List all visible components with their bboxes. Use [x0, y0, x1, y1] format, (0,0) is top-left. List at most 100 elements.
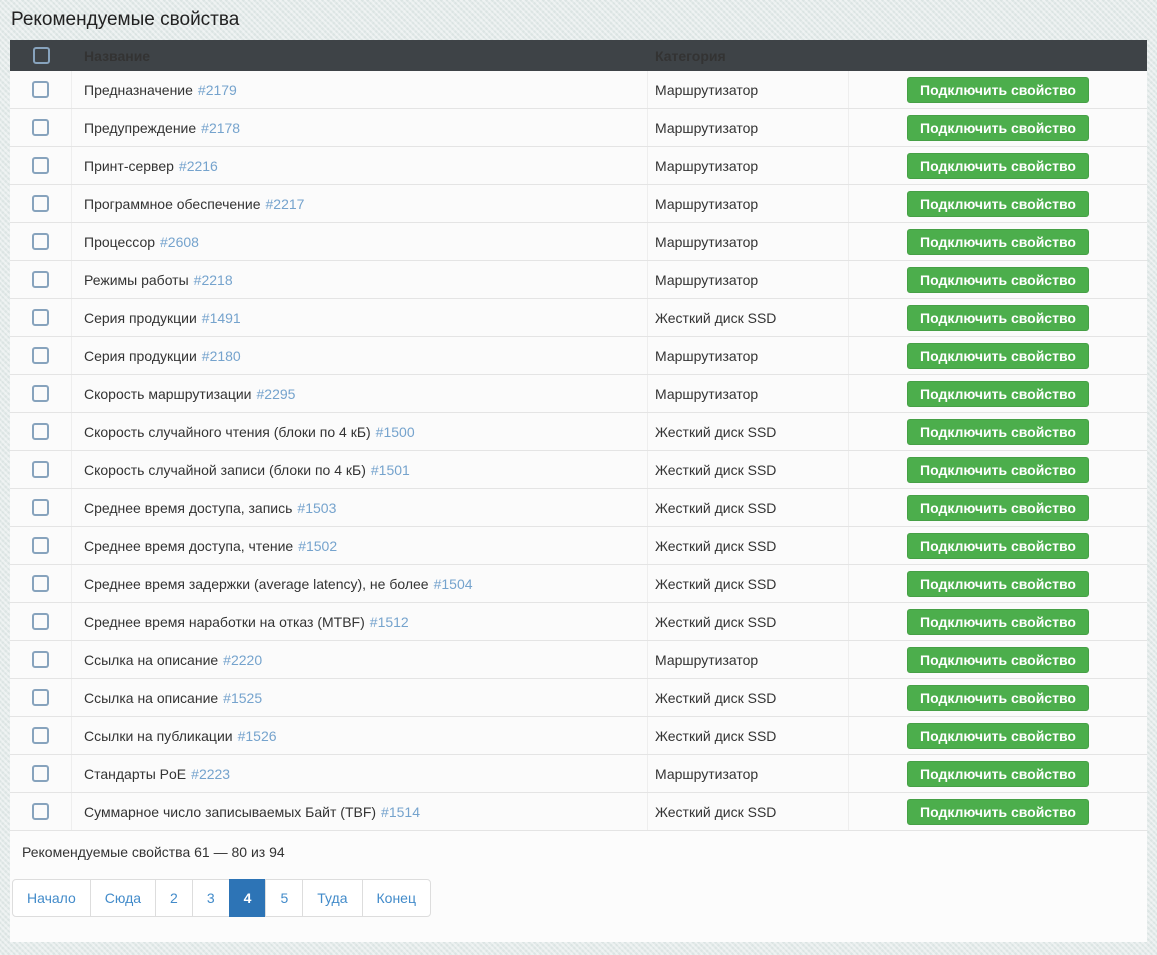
property-name: Среднее время задержки (average latency)… — [84, 575, 429, 592]
property-id-link[interactable]: #1514 — [381, 804, 420, 820]
property-id-link[interactable]: #2218 — [194, 272, 233, 288]
property-action-cell: Подключить свойство — [849, 793, 1147, 830]
attach-property-button[interactable]: Подключить свойство — [907, 418, 1089, 445]
property-action-cell: Подключить свойство — [849, 185, 1147, 222]
row-checkbox[interactable] — [32, 385, 49, 402]
property-id-link[interactable]: #1500 — [376, 424, 415, 440]
attach-property-button[interactable]: Подключить свойство — [907, 722, 1089, 749]
property-category: Жесткий диск SSD — [648, 793, 849, 830]
pagination-item[interactable]: Сюда — [89, 879, 157, 917]
property-name: Среднее время доступа, запись — [84, 499, 293, 516]
page: Рекомендуемые свойства Название Категори… — [0, 0, 1157, 942]
attach-property-button[interactable]: Подключить свойство — [907, 798, 1089, 825]
property-id-link[interactable]: #1504 — [434, 576, 473, 592]
property-id-link[interactable]: #1501 — [371, 462, 410, 478]
attach-property-button[interactable]: Подключить свойство — [907, 304, 1089, 331]
property-name-cell: Ссылка на описание #1525 — [72, 679, 648, 716]
attach-property-button[interactable]: Подключить свойство — [907, 646, 1089, 673]
column-header-category: Категория — [655, 47, 726, 64]
property-name-cell: Скорость маршрутизации #2295 — [72, 375, 648, 412]
row-checkbox[interactable] — [32, 309, 49, 326]
property-action-cell: Подключить свойство — [849, 755, 1147, 792]
property-name: Ссылка на описание — [84, 651, 219, 668]
row-checkbox[interactable] — [32, 271, 49, 288]
property-id-link[interactable]: #2179 — [198, 82, 237, 98]
row-checkbox[interactable] — [32, 651, 49, 668]
pagination-item[interactable]: 3 — [191, 879, 230, 917]
property-id-link[interactable]: #2608 — [160, 234, 199, 250]
property-id-link[interactable]: #1491 — [202, 310, 241, 326]
property-id-link[interactable]: #2223 — [191, 766, 230, 782]
property-category: Маршрутизатор — [648, 755, 849, 792]
table-row: Ссылка на описание #2220 Маршрутизатор П… — [10, 641, 1147, 679]
property-id-link[interactable]: #2216 — [179, 158, 218, 174]
attach-property-button[interactable]: Подключить свойство — [907, 532, 1089, 559]
attach-property-button[interactable]: Подключить свойство — [907, 570, 1089, 597]
row-checkbox[interactable] — [32, 157, 49, 174]
attach-property-button[interactable]: Подключить свойство — [907, 190, 1089, 217]
row-checkbox[interactable] — [32, 347, 49, 364]
attach-property-button[interactable]: Подключить свойство — [907, 152, 1089, 179]
property-category: Маршрутизатор — [648, 261, 849, 298]
property-id-link[interactable]: #2180 — [202, 348, 241, 364]
page-title: Рекомендуемые свойства — [11, 9, 240, 30]
row-checkbox[interactable] — [32, 613, 49, 630]
row-checkbox[interactable] — [32, 727, 49, 744]
row-checkbox[interactable] — [32, 81, 49, 98]
row-checkbox-cell — [10, 375, 72, 412]
property-action-cell: Подключить свойство — [849, 603, 1147, 640]
property-id-link[interactable]: #1502 — [298, 538, 337, 554]
pagination-item[interactable]: Туда — [302, 879, 363, 917]
row-checkbox[interactable] — [32, 689, 49, 706]
select-all-checkbox[interactable] — [32, 47, 50, 64]
attach-property-button[interactable]: Подключить свойство — [907, 266, 1089, 293]
property-action-cell: Подключить свойство — [849, 717, 1147, 754]
row-checkbox-cell — [10, 261, 72, 298]
table-row: Принт-сервер #2216 Маршрутизатор Подключ… — [10, 147, 1147, 185]
row-checkbox[interactable] — [32, 499, 49, 516]
property-name: Суммарное число записываемых Байт (TBF) — [84, 803, 377, 820]
row-checkbox[interactable] — [32, 461, 49, 478]
pagination-item[interactable]: 2 — [155, 879, 193, 917]
attach-property-button[interactable]: Подключить свойство — [907, 760, 1089, 787]
property-id-link[interactable]: #2217 — [266, 196, 305, 212]
attach-property-button[interactable]: Подключить свойство — [907, 342, 1089, 369]
property-id-link[interactable]: #2178 — [201, 120, 240, 136]
property-category: Маршрутизатор — [648, 223, 849, 260]
property-id-link[interactable]: #1512 — [370, 614, 409, 630]
row-checkbox[interactable] — [32, 119, 49, 136]
attach-property-button[interactable]: Подключить свойство — [907, 228, 1089, 255]
pagination-item[interactable]: Конец — [361, 879, 431, 917]
table-row: Режимы работы #2218 Маршрутизатор Подклю… — [10, 261, 1147, 299]
row-checkbox[interactable] — [32, 765, 49, 782]
attach-property-button[interactable]: Подключить свойство — [907, 76, 1089, 103]
row-checkbox[interactable] — [32, 233, 49, 250]
property-action-cell: Подключить свойство — [849, 641, 1147, 678]
attach-property-button[interactable]: Подключить свойство — [907, 456, 1089, 483]
property-id-link[interactable]: #2295 — [257, 386, 296, 402]
property-id-link[interactable]: #1526 — [238, 728, 277, 744]
property-name-cell: Программное обеспечение #2217 — [72, 185, 648, 222]
row-checkbox-cell — [10, 299, 72, 336]
property-action-cell: Подключить свойство — [849, 489, 1147, 526]
property-id-link[interactable]: #2220 — [223, 652, 262, 668]
row-checkbox[interactable] — [32, 423, 49, 440]
property-category: Жесткий диск SSD — [648, 413, 849, 450]
attach-property-button[interactable]: Подключить свойство — [907, 684, 1089, 711]
row-checkbox[interactable] — [32, 803, 49, 820]
attach-property-button[interactable]: Подключить свойство — [907, 380, 1089, 407]
property-id-link[interactable]: #1503 — [297, 500, 336, 516]
row-checkbox-cell — [10, 451, 72, 488]
property-name-cell: Серия продукции #1491 — [72, 299, 648, 336]
row-checkbox[interactable] — [32, 195, 49, 212]
pagination-page-current[interactable]: 4 — [228, 879, 267, 917]
pagination-item[interactable]: Начало — [12, 879, 91, 917]
pagination-item[interactable]: 5 — [265, 879, 304, 917]
row-checkbox[interactable] — [32, 575, 49, 592]
attach-property-button[interactable]: Подключить свойство — [907, 608, 1089, 635]
attach-property-button[interactable]: Подключить свойство — [907, 494, 1089, 521]
row-checkbox[interactable] — [32, 537, 49, 554]
attach-property-button[interactable]: Подключить свойство — [907, 114, 1089, 141]
table-row: Предназначение #2179 Маршрутизатор Подкл… — [10, 71, 1147, 109]
property-id-link[interactable]: #1525 — [223, 690, 262, 706]
